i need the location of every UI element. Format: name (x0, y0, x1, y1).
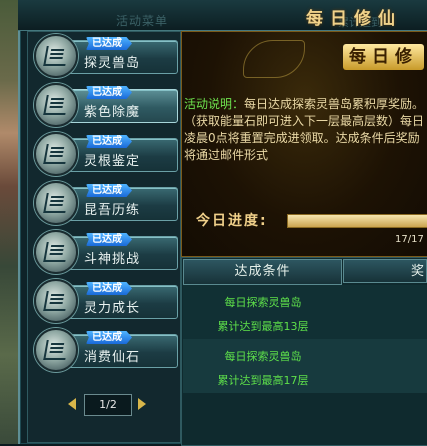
nav-item-6[interactable]: 已达成 消费仙石 (34, 326, 178, 372)
condition-line: 累计达到最高17层 (217, 374, 309, 387)
achieved-badge: 已达成 (86, 135, 132, 148)
condition-line: 每日探索灵兽岛 (224, 296, 302, 309)
scroll-icon (34, 34, 78, 78)
achieved-badge: 已达成 (86, 86, 132, 99)
scroll-icon (34, 181, 78, 225)
next-page-arrow-icon[interactable] (138, 398, 146, 410)
scroll-icon (34, 328, 78, 372)
column-header-conditions: 达成条件 (183, 259, 342, 285)
activity-banner: 每日修 (225, 40, 425, 80)
achieved-badge: 已达成 (86, 233, 132, 246)
nav-item-3[interactable]: 已达成 昆吾历练 (34, 179, 178, 225)
activity-description: 活动说明：每日达成探索灵兽岛累积厚奖励。（获取能量石即可进入下一层最高层数）每日… (184, 96, 427, 164)
header-ghost-text: 活动菜单 (116, 14, 169, 28)
condition-row: 每日探索灵兽岛 累计达到最高13层 (183, 285, 427, 339)
ornament-icon (243, 40, 305, 78)
condition-row: 每日探索灵兽岛 累计达到最高17层 (183, 339, 427, 393)
nav-item-label: 紫色除魔 (84, 105, 141, 120)
banner-title: 每日修 (343, 44, 424, 70)
window-title: 每日修仙 (306, 9, 402, 29)
nav-item-label: 昆吾历练 (84, 203, 141, 218)
scroll-icon (34, 279, 78, 323)
pagination: 1/2 (64, 394, 154, 416)
activity-list: 已达成 探灵兽岛 已达成 紫色除魔 已达成 灵根鉴定 已达成 昆吾历练 已达成 … (27, 31, 181, 443)
column-header-reward: 奖 (343, 259, 427, 283)
achieved-badge: 已达成 (86, 37, 132, 50)
nav-item-label: 探灵兽岛 (84, 56, 141, 71)
nav-item-4[interactable]: 已达成 斗神挑战 (34, 228, 178, 274)
nav-item-2[interactable]: 已达成 灵根鉴定 (34, 130, 178, 176)
achieved-badge: 已达成 (86, 184, 132, 197)
nav-item-5[interactable]: 已达成 灵力成长 (34, 277, 178, 323)
scroll-icon (34, 230, 78, 274)
condition-line: 每日探索灵兽岛 (224, 350, 302, 363)
scroll-icon (34, 83, 78, 127)
nav-item-label: 灵根鉴定 (84, 154, 141, 169)
nav-item-label: 消费仙石 (84, 350, 141, 365)
description-label: 活动说明： (184, 97, 245, 111)
nav-item-0[interactable]: 已达成 探灵兽岛 (34, 32, 178, 78)
nav-item-label: 灵力成长 (84, 301, 141, 316)
progress-label: 今日进度: (196, 213, 268, 229)
nav-item-1[interactable]: 已达成 紫色除魔 (34, 81, 178, 127)
prev-page-arrow-icon[interactable] (68, 398, 76, 410)
progress-count: 17/17 (395, 234, 424, 245)
progress-bar (287, 214, 427, 228)
page-indicator: 1/2 (84, 394, 132, 416)
scroll-icon (34, 132, 78, 176)
progress-fill (288, 215, 427, 227)
nav-item-label: 斗神挑战 (84, 252, 141, 267)
achieved-badge: 已达成 (86, 282, 132, 295)
achieved-badge: 已达成 (86, 331, 132, 344)
condition-line: 累计达到最高13层 (217, 320, 309, 333)
